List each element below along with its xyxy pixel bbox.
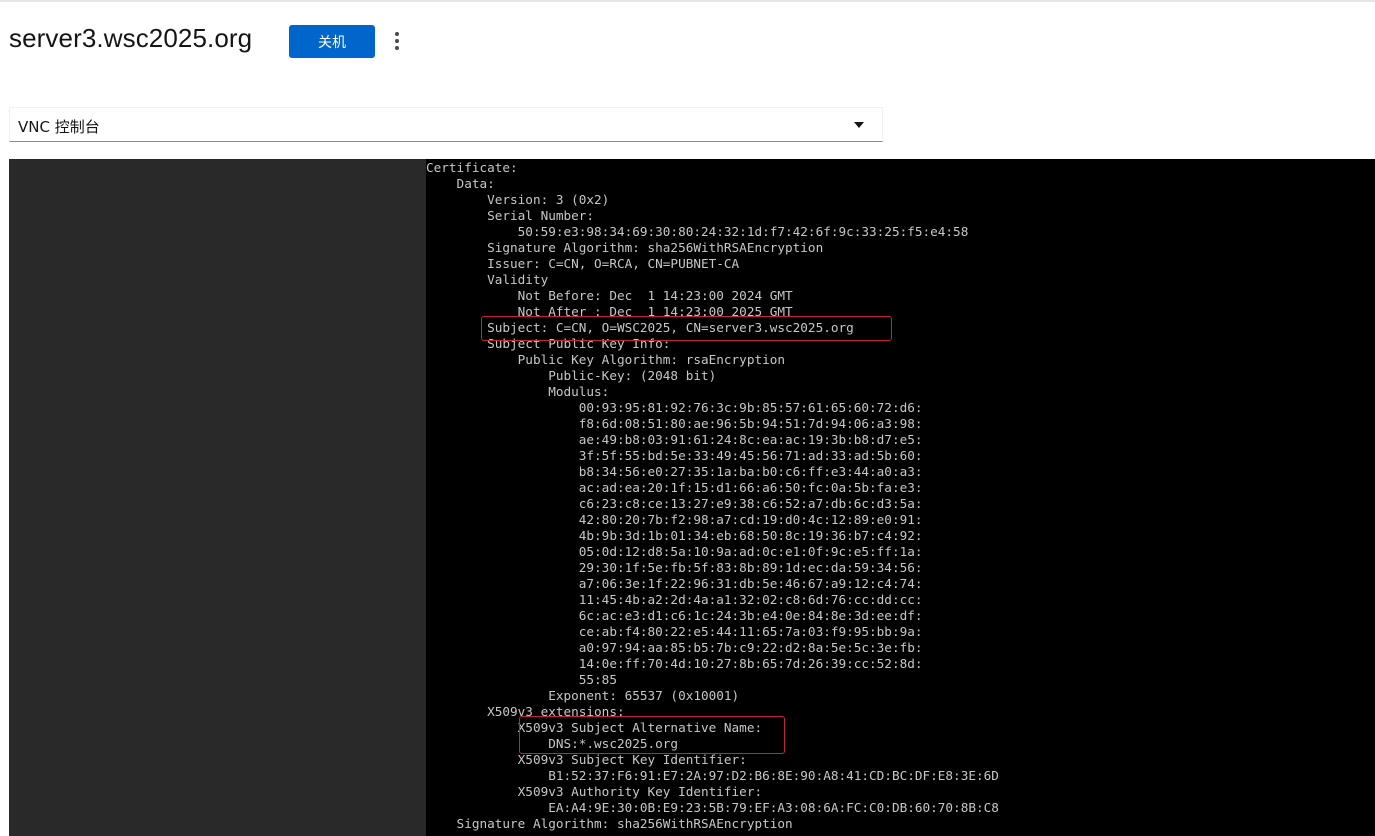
terminal-line: 50:59:e3:98:34:69:30:80:24:32:1d:f7:42:6… <box>426 224 969 239</box>
terminal-line: Issuer: C=CN, O=RCA, CN=PUBNET-CA <box>426 256 740 271</box>
terminal-line: X509v3 Authority Key Identifier: <box>426 784 763 799</box>
terminal-line: 29:30:1f:5e:fb:5f:83:8b:89:1d:ec:da:59:3… <box>426 560 923 575</box>
terminal-line: Serial Number: <box>426 208 595 223</box>
kebab-menu-icon[interactable] <box>388 28 406 54</box>
vnc-console[interactable]: Certificate: Data: Version: 3 (0x2) Seri… <box>9 159 1375 836</box>
terminal-line: Signature Algorithm: sha256WithRSAEncryp… <box>426 816 793 831</box>
terminal-line: X509v3 Subject Key Identifier: <box>426 752 747 767</box>
terminal-line: Modulus: <box>426 384 610 399</box>
terminal-line: 14:0e:ff:70:4d:10:27:8b:65:7d:26:39:cc:5… <box>426 656 923 671</box>
terminal-line: Data: <box>426 176 495 191</box>
terminal-line: Validity <box>426 272 549 287</box>
terminal-line: 42:80:20:7b:f2:98:a7:cd:19:d0:4c:12:89:e… <box>426 512 923 527</box>
terminal-line: B1:52:37:F6:91:E7:2A:97:D2:B6:8E:90:A8:4… <box>426 768 999 783</box>
terminal-line: 55:85 <box>426 672 617 687</box>
terminal-line: ce:ab:f4:80:22:e5:44:11:65:7a:03:f9:95:b… <box>426 624 923 639</box>
terminal-line: 4b:9b:3d:1b:01:34:eb:68:50:8c:19:36:b7:c… <box>426 528 923 543</box>
subject-highlight-box <box>481 316 892 341</box>
terminal-line: ac:ad:ea:20:1f:15:d1:66:a6:50:fc:0a:5b:f… <box>426 480 923 495</box>
terminal-line: EA:A4:9E:30:0B:E9:23:5B:79:EF:A3:08:6A:F… <box>426 800 999 815</box>
terminal-line: Public Key Algorithm: rsaEncryption <box>426 352 786 367</box>
terminal-line: Signature Algorithm: sha256WithRSAEncryp… <box>426 240 824 255</box>
page-header: server3.wsc2025.org 关机 <box>0 0 1375 100</box>
vnc-screen[interactable]: Certificate: Data: Version: 3 (0x2) Seri… <box>426 159 1375 836</box>
terminal-line: 6c:ac:e3:d1:c6:1c:24:3b:e4:0e:84:8e:3d:e… <box>426 608 923 623</box>
terminal-line: c6:23:c8:ce:13:27:e9:38:c6:52:a7:db:6c:d… <box>426 496 923 511</box>
terminal-line: Version: 3 (0x2) <box>426 192 610 207</box>
terminal-line: ae:49:b8:03:91:61:24:8c:ea:ac:19:3b:b8:d… <box>426 432 923 447</box>
terminal-line: 05:0d:12:d8:5a:10:9a:ad:0c:e1:0f:9c:e5:f… <box>426 544 923 559</box>
terminal-line: Not Before: Dec 1 14:23:00 2024 GMT <box>426 288 793 303</box>
terminal-line: Certificate: <box>426 160 518 175</box>
terminal-line: 11:45:4b:a2:2d:4a:a1:32:02:c8:6d:76:cc:d… <box>426 592 923 607</box>
page-title: server3.wsc2025.org <box>9 23 253 53</box>
san-highlight-box <box>519 716 785 754</box>
kebab-dot <box>395 46 399 50</box>
terminal-line: Exponent: 65537 (0x10001) <box>426 688 740 703</box>
terminal-line: 00:93:95:81:92:76:3c:9b:85:57:61:65:60:7… <box>426 400 923 415</box>
shutdown-button[interactable]: 关机 <box>289 25 375 58</box>
terminal-line: b8:34:56:e0:27:35:1a:ba:b0:c6:ff:e3:44:a… <box>426 464 923 479</box>
terminal-line: f8:6d:08:51:80:ae:96:5b:94:51:7d:94:06:a… <box>426 416 923 431</box>
console-type-select[interactable]: VNC 控制台 <box>9 107 883 142</box>
terminal-line: Public-Key: (2048 bit) <box>426 368 717 383</box>
terminal-line: a0:97:94:aa:85:b5:7b:c9:22:d2:8a:5e:5c:3… <box>426 640 923 655</box>
terminal-line: a7:06:3e:1f:22:96:31:db:5e:46:67:a9:12:c… <box>426 576 923 591</box>
kebab-dot <box>395 39 399 43</box>
console-type-selected: VNC 控制台 <box>18 118 100 136</box>
caret-down-icon <box>854 122 864 128</box>
kebab-dot <box>395 32 399 36</box>
terminal-line: 3f:5f:55:bd:5e:33:49:45:56:71:ad:33:ad:5… <box>426 448 923 463</box>
